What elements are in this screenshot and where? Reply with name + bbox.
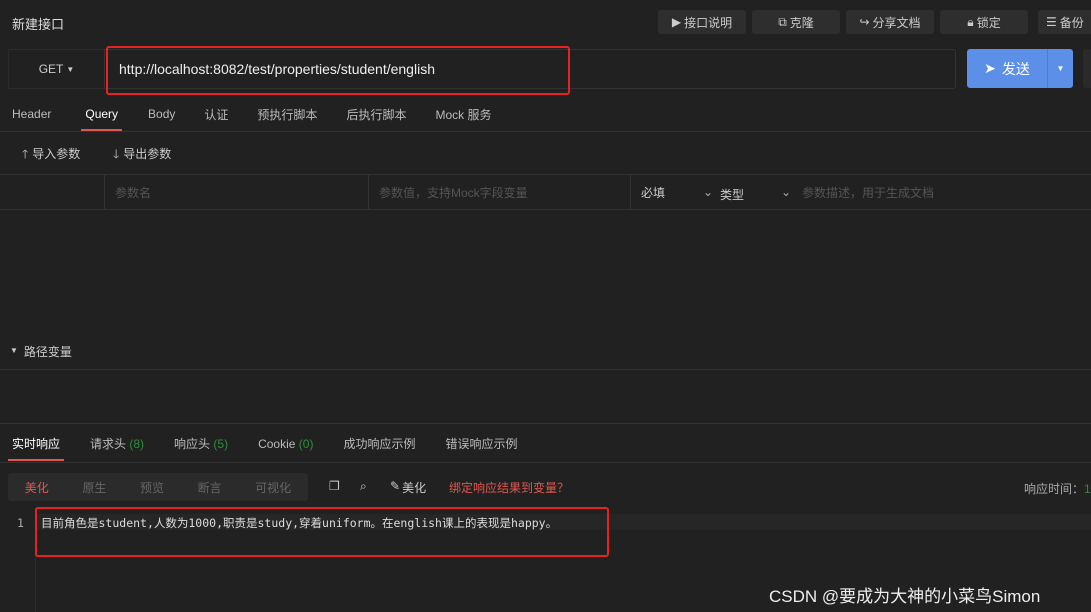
tab-response-headers[interactable]: 响应头 (5): [174, 426, 228, 461]
play-icon: ▶: [671, 15, 682, 29]
send-dropdown-button[interactable]: ▼: [1047, 49, 1073, 88]
import-params-button[interactable]: 🡑 导入参数: [22, 145, 80, 166]
view-assert[interactable]: 断言: [198, 479, 222, 496]
watermark: CSDN @要成为大神的小菜鸟Simon: [769, 587, 1041, 606]
chevron-down-icon: ⌄: [781, 185, 792, 199]
tab-live-response[interactable]: 实时响应: [7, 426, 65, 461]
clone-button[interactable]: ⧉ 克隆: [752, 10, 840, 34]
api-doc-button[interactable]: ▶ 接口说明: [658, 10, 746, 34]
database-icon: ☰: [1046, 15, 1057, 29]
tab-auth[interactable]: 认证: [204, 97, 228, 131]
arrow-up-icon: 🡑: [22, 147, 29, 161]
lock-icon: 🔒︎: [967, 14, 974, 29]
method-select[interactable]: GET ▼: [8, 49, 104, 89]
tab-post-script[interactable]: 后执行脚本: [346, 97, 406, 131]
share-icon: ↪: [859, 15, 870, 29]
backup-button[interactable]: ☰ 备份: [1038, 10, 1091, 34]
more-button[interactable]: [1083, 49, 1091, 88]
copy-icon: ⧉: [778, 14, 787, 29]
divider: [0, 423, 1091, 424]
view-preview[interactable]: 预览: [140, 479, 164, 496]
param-value-input[interactable]: 参数值，支持Mock字段变量: [368, 175, 630, 209]
tab-cookie[interactable]: Cookie (0): [258, 426, 313, 461]
view-visualize[interactable]: 可视化: [255, 479, 291, 496]
tab-header[interactable]: Header: [12, 97, 51, 131]
param-name-input[interactable]: 参数名: [104, 175, 368, 209]
tab-pre-script[interactable]: 预执行脚本: [257, 97, 317, 131]
lock-button[interactable]: 🔒︎ 锁定: [940, 10, 1028, 34]
param-desc-input[interactable]: 参数描述，用于生成文档: [802, 184, 934, 201]
tab-success-example[interactable]: 成功响应示例: [343, 426, 415, 461]
paper-plane-icon: ➤: [984, 60, 996, 76]
send-button[interactable]: ➤ 发送: [967, 49, 1047, 88]
line-number: 1: [17, 516, 24, 530]
search-icon[interactable]: ⌕: [360, 479, 367, 494]
divider: [0, 131, 1091, 132]
highlight-box: [106, 46, 570, 95]
share-button[interactable]: ↪ 分享文档: [846, 10, 934, 34]
response-time-label: 响应时间：1: [1024, 482, 1091, 496]
caret-down-icon: ▼: [1056, 64, 1065, 73]
beautify-button[interactable]: ✎ 美化: [390, 479, 426, 496]
divider: [0, 462, 1091, 463]
view-raw[interactable]: 原生: [82, 479, 106, 496]
caret-down-icon: ▼: [10, 346, 18, 355]
divider: [0, 369, 1091, 370]
chevron-down-icon: ⌄: [703, 185, 714, 199]
request-tabs: Header Query Body 认证 预执行脚本 后执行脚本 Mock 服务: [12, 97, 491, 131]
tab-body[interactable]: Body: [148, 97, 175, 131]
caret-down-icon: ▼: [66, 64, 75, 74]
bind-response-link[interactable]: 绑定响应结果到变量？: [449, 479, 569, 496]
tab-error-example[interactable]: 错误响应示例: [445, 426, 517, 461]
export-params-button[interactable]: 🡓 导出参数: [113, 145, 171, 166]
response-tabs: 实时响应 请求头 (8) 响应头 (5) Cookie (0) 成功响应示例 错…: [7, 426, 517, 461]
path-vars-toggle[interactable]: ▼ 路径变量: [10, 343, 72, 360]
magic-wand-icon: ✎: [390, 479, 401, 493]
view-mode-tabs: 美化 原生 预览 断言 可视化: [8, 473, 308, 501]
page-title: 新建接口: [12, 17, 65, 32]
required-select[interactable]: 必填: [630, 175, 710, 209]
tab-request-headers[interactable]: 请求头 (8): [90, 426, 144, 461]
tab-mock[interactable]: Mock 服务: [435, 97, 491, 131]
copy-icon[interactable]: ❐: [329, 479, 340, 493]
arrow-down-icon: 🡓: [113, 147, 120, 161]
tab-query[interactable]: Query: [81, 97, 122, 131]
highlight-box: [35, 507, 609, 557]
divider: [0, 209, 1091, 210]
type-select[interactable]: 类型: [720, 186, 744, 203]
view-beautify[interactable]: 美化: [25, 479, 49, 496]
